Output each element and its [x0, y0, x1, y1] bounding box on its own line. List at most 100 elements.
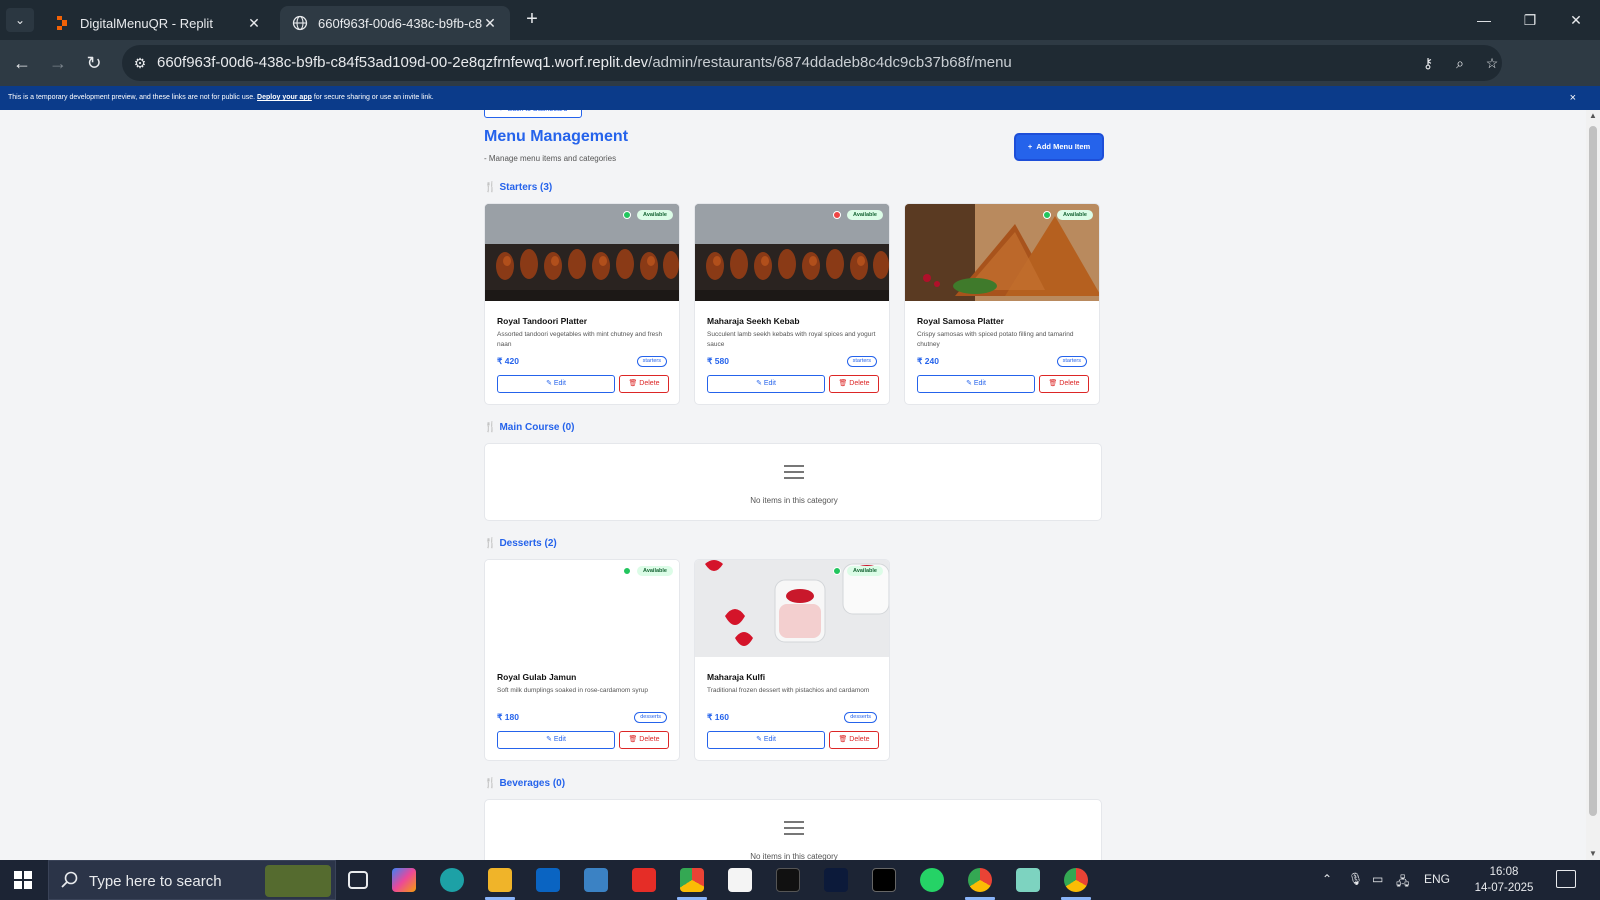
tray-overflow-icon[interactable]: ⌃: [1322, 872, 1332, 886]
camera-icon[interactable]: ▭: [1372, 872, 1383, 886]
delete-button[interactable]: 🗑 Delete: [619, 731, 669, 749]
add-menu-item-button[interactable]: + Add Menu Item: [1016, 135, 1102, 159]
browser-tab-bar: ⌄ DigitalMenuQR - Replit ✕ 660f963f-00d6…: [0, 0, 1600, 40]
window-close-icon[interactable]: ✕: [1554, 6, 1598, 34]
availability-dot[interactable]: [623, 567, 631, 575]
edge-icon[interactable]: [440, 868, 464, 892]
menu-item-card: Available Royal Samosa Platter Crispy sa…: [904, 203, 1100, 405]
address-bar[interactable]: ⚙ 660f963f-00d6-438c-b9fb-c84f53ad109d-0…: [122, 45, 1502, 81]
tab-search-button[interactable]: ⌄: [6, 8, 34, 32]
solitaire-icon[interactable]: [728, 868, 752, 892]
menu-item-card: Available Maharaja Kulfi Traditional fro…: [694, 559, 890, 761]
copilot-icon[interactable]: [392, 868, 416, 892]
tab-digitalmenuqr[interactable]: DigitalMenuQR - Replit ✕: [42, 6, 274, 40]
network-icon[interactable]: 🖧: [1396, 872, 1409, 893]
edit-label: Edit: [763, 736, 776, 743]
restore-icon[interactable]: ❐: [1508, 6, 1552, 34]
item-name: Maharaja Kulfi: [707, 672, 766, 682]
edit-button[interactable]: ✎ Edit: [497, 375, 615, 393]
banner-close-icon[interactable]: ×: [1570, 86, 1576, 110]
delete-button[interactable]: 🗑 Delete: [829, 731, 879, 749]
back-arrow-icon[interactable]: ←: [11, 52, 33, 74]
banner-text: This is a temporary development preview,…: [8, 94, 256, 101]
utensils-icon: 🍴: [484, 182, 497, 193]
control-panel-icon[interactable]: [584, 868, 608, 892]
language-indicator[interactable]: ENG: [1424, 872, 1450, 886]
item-price: ₹ 420: [497, 356, 519, 366]
item-name: Maharaja Seekh Kebab: [707, 316, 800, 326]
edit-label: Edit: [553, 380, 566, 387]
replit-favicon-icon: [57, 16, 67, 30]
chrome-active-icon[interactable]: [1064, 868, 1088, 892]
youtube-icon[interactable]: [632, 868, 656, 892]
chrome-icon[interactable]: [680, 868, 704, 892]
tab-close-icon[interactable]: ✕: [482, 15, 498, 32]
file-explorer-icon[interactable]: [488, 868, 512, 892]
availability-dot[interactable]: [623, 211, 631, 219]
sonyliv-icon[interactable]: [776, 868, 800, 892]
tab-title: 660f963f-00d6-438c-b9fb-c84f53ad109d: [318, 15, 482, 31]
available-badge: Available: [637, 210, 673, 220]
trash-icon: 🗑: [838, 736, 850, 743]
password-key-icon[interactable]: ⚷: [1418, 53, 1438, 73]
minimize-icon[interactable]: —: [1462, 6, 1506, 34]
edit-icon: ✎: [756, 736, 764, 743]
menu-item-card: Available Royal Tandoori Platter Assorte…: [484, 203, 680, 405]
edit-button[interactable]: ✎ Edit: [917, 375, 1035, 393]
deploy-link[interactable]: Deploy your app: [257, 94, 312, 101]
utensils-icon: 🍴: [484, 422, 497, 433]
notification-icon[interactable]: [1556, 870, 1576, 888]
hotstar-icon[interactable]: [824, 868, 848, 892]
available-badge: Available: [1057, 210, 1093, 220]
page-title: Menu Management: [484, 128, 629, 145]
empty-category-box: No items in this category: [484, 799, 1102, 860]
tab-active-preview[interactable]: 660f963f-00d6-438c-b9fb-c84f53ad109d ✕: [280, 6, 510, 40]
edit-button[interactable]: ✎ Edit: [707, 375, 825, 393]
reload-icon[interactable]: ↻: [83, 52, 105, 74]
site-info-icon[interactable]: ⚙: [130, 53, 150, 73]
item-description: Soft milk dumplings soaked in rose-carda…: [497, 687, 649, 694]
category-heading-beverages: 🍴 Beverages (0): [484, 778, 565, 789]
chrome-profile-icon[interactable]: [968, 868, 992, 892]
url-host: 660f963f-00d6-438c-b9fb-c84f53ad109d-00-…: [157, 54, 649, 71]
taskbar-search-box[interactable]: Type here to search: [48, 860, 336, 900]
tab-close-icon[interactable]: ✕: [246, 15, 262, 32]
clock-time: 16:08: [1489, 866, 1519, 878]
system-clock[interactable]: 16:08 14-07-2025: [1464, 864, 1544, 896]
browser-toolbar: ← → ↻ ⚙ 660f963f-00d6-438c-b9fb-c84f53ad…: [0, 40, 1600, 113]
category-heading-main-course: 🍴 Main Course (0): [484, 422, 574, 433]
availability-dot[interactable]: [833, 211, 841, 219]
scroll-down-icon[interactable]: ▼: [1586, 848, 1600, 860]
available-badge: Available: [847, 210, 883, 220]
page-scrollbar[interactable]: ▲ ▼: [1586, 110, 1600, 860]
task-view-icon[interactable]: [348, 871, 368, 889]
bookmark-star-icon[interactable]: ☆: [1482, 53, 1502, 73]
edit-button[interactable]: ✎ Edit: [497, 731, 615, 749]
page-viewport: ← Back to Dashboard Menu Management - Ma…: [0, 110, 1586, 860]
url-text[interactable]: 660f963f-00d6-438c-b9fb-c84f53ad109d-00-…: [157, 54, 1012, 71]
item-description: Traditional frozen dessert with pistachi…: [707, 687, 870, 694]
item-name: Royal Gulab Jamun: [497, 672, 577, 682]
scrollbar-thumb[interactable]: [1589, 126, 1597, 816]
delete-button[interactable]: 🗑 Delete: [619, 375, 669, 393]
new-tab-button[interactable]: +: [520, 8, 544, 32]
delete-label: Delete: [849, 736, 870, 743]
availability-dot[interactable]: [1043, 211, 1051, 219]
whatsapp-icon[interactable]: [920, 868, 944, 892]
back-to-dashboard-button[interactable]: ← Back to Dashboard: [484, 110, 582, 118]
forward-arrow-icon[interactable]: →: [47, 52, 69, 74]
availability-dot[interactable]: [833, 567, 841, 575]
trash-icon: 🗑: [628, 736, 640, 743]
item-price: ₹ 180: [497, 712, 519, 722]
media-app-icon[interactable]: [872, 868, 896, 892]
zoom-icon[interactable]: ⌕: [1450, 53, 1470, 73]
outlook-icon[interactable]: [536, 868, 560, 892]
windows-start-icon[interactable]: [14, 871, 32, 889]
notepad-icon[interactable]: [1016, 868, 1040, 892]
scroll-up-icon[interactable]: ▲: [1586, 110, 1600, 122]
delete-button[interactable]: 🗑 Delete: [829, 375, 879, 393]
category-heading-desserts: 🍴 Desserts (2): [484, 538, 557, 549]
delete-button[interactable]: 🗑 Delete: [1039, 375, 1089, 393]
edit-button[interactable]: ✎ Edit: [707, 731, 825, 749]
microphone-icon[interactable]: 🎙: [1348, 872, 1363, 886]
